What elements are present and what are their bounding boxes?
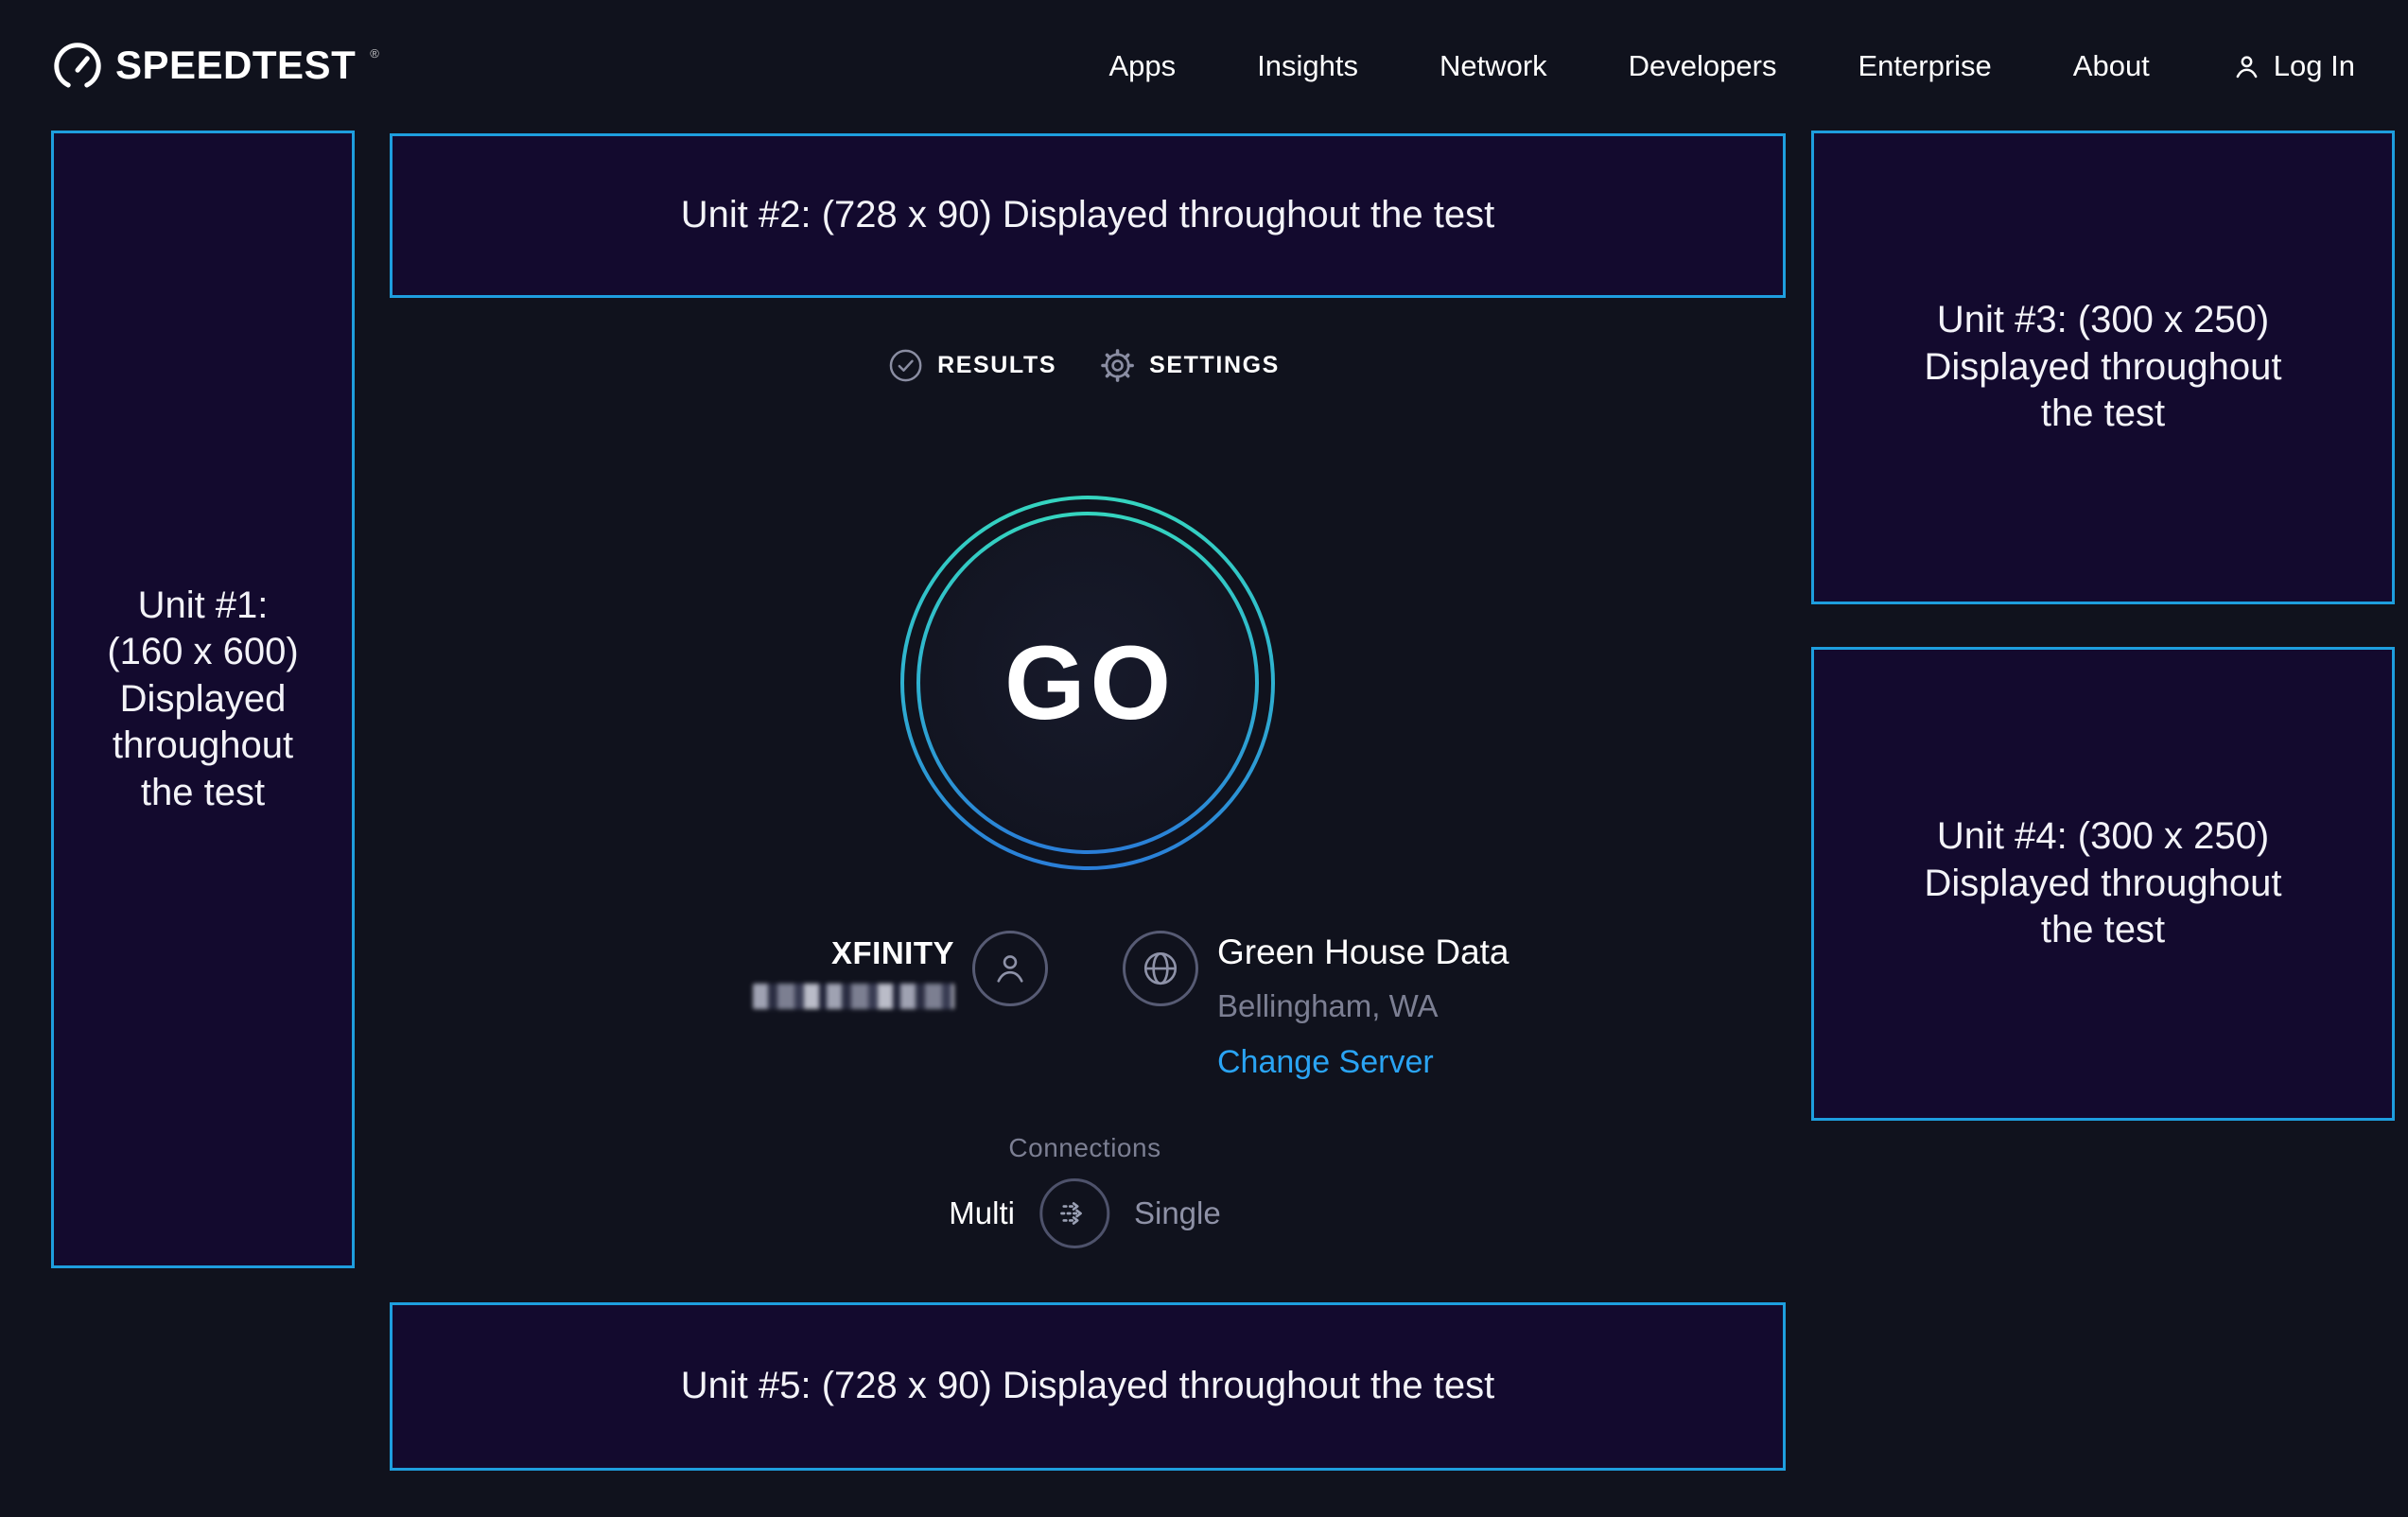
ad-unit-2-text: Unit #2: (728 x 90) Displayed throughout…: [681, 192, 1495, 239]
redacted-ip: [753, 984, 954, 1009]
go-ring-gap: GO: [904, 499, 1271, 866]
nav-item-insights[interactable]: Insights: [1257, 49, 1358, 83]
server-avatar: [1123, 931, 1198, 1006]
logo-text: SPEEDTEST: [115, 41, 356, 90]
server-text: Green House Data Bellingham, WA Change S…: [1217, 931, 1509, 1081]
tab-settings[interactable]: SETTINGS: [1100, 348, 1280, 383]
server-location: Bellingham, WA: [1217, 988, 1509, 1024]
nav-item-network[interactable]: Network: [1440, 49, 1547, 83]
login-link[interactable]: Log In: [2231, 49, 2355, 83]
globe-icon: [1141, 949, 1180, 988]
nav-item-about[interactable]: About: [2073, 49, 2150, 83]
connections-label: Connections: [1008, 1133, 1160, 1163]
nav-item-developers[interactable]: Developers: [1629, 49, 1777, 83]
speedtest-logo[interactable]: SPEEDTEST ®: [53, 41, 379, 92]
server-name: Green House Data: [1217, 933, 1509, 972]
ad-unit-1: Unit #1: (160 x 600) Displayed throughou…: [51, 131, 355, 1268]
server-block: Green House Data Bellingham, WA Change S…: [1123, 931, 1509, 1081]
isp-text: XFINITY: [753, 931, 954, 1009]
nav-item-enterprise[interactable]: Enterprise: [1858, 49, 1991, 83]
connections-option-single[interactable]: Single: [1134, 1195, 1221, 1231]
trademark-mark: ®: [370, 46, 379, 61]
ad-unit-4: Unit #4: (300 x 250) Displayed throughou…: [1811, 647, 2395, 1121]
person-icon: [2231, 51, 2262, 82]
tab-results[interactable]: RESULTS: [888, 348, 1056, 383]
ad-unit-3: Unit #3: (300 x 250) Displayed throughou…: [1811, 131, 2395, 604]
go-core: GO: [920, 515, 1255, 850]
isp-avatar: [972, 931, 1048, 1006]
view-tabs: RESULTS SETTINGS: [888, 348, 1280, 383]
ad-unit-2: Unit #2: (728 x 90) Displayed throughout…: [390, 133, 1786, 298]
go-label: GO: [1000, 623, 1176, 743]
nav-item-apps[interactable]: Apps: [1108, 49, 1176, 83]
results-tab-label: RESULTS: [937, 352, 1056, 379]
multi-connection-arrows-icon: [1053, 1192, 1096, 1235]
ad-unit-4-text: Unit #4: (300 x 250) Displayed throughou…: [1924, 813, 2281, 954]
speedometer-icon: [53, 43, 102, 92]
change-server-link[interactable]: Change Server: [1217, 1044, 1509, 1081]
ad-unit-5-text: Unit #5: (728 x 90) Displayed throughout…: [681, 1363, 1495, 1410]
isp-name: XFINITY: [753, 935, 954, 971]
gear-icon: [1100, 348, 1135, 383]
ad-unit-3-text: Unit #3: (300 x 250) Displayed throughou…: [1924, 297, 2281, 438]
main-nav: Apps Insights Network Developers Enterpr…: [1108, 49, 2355, 83]
go-button[interactable]: GO: [900, 496, 1275, 870]
ad-unit-5: Unit #5: (728 x 90) Displayed throughout…: [390, 1302, 1786, 1471]
go-inner-ring: GO: [916, 512, 1259, 854]
ad-unit-1-text: Unit #1: (160 x 600) Displayed throughou…: [107, 583, 298, 817]
connections-option-multi[interactable]: Multi: [949, 1195, 1015, 1231]
connections-toggle-row: Multi Single: [949, 1178, 1220, 1248]
header: SPEEDTEST ® Apps Insights Network Develo…: [0, 0, 2408, 132]
speedtest-page: SPEEDTEST ® Apps Insights Network Develo…: [0, 0, 2408, 1517]
login-label: Log In: [2274, 49, 2355, 83]
isp-block: XFINITY: [753, 931, 1048, 1009]
check-circle-icon: [888, 348, 923, 383]
person-icon: [990, 949, 1030, 988]
connections-toggle[interactable]: [1039, 1178, 1109, 1248]
settings-tab-label: SETTINGS: [1149, 352, 1280, 379]
